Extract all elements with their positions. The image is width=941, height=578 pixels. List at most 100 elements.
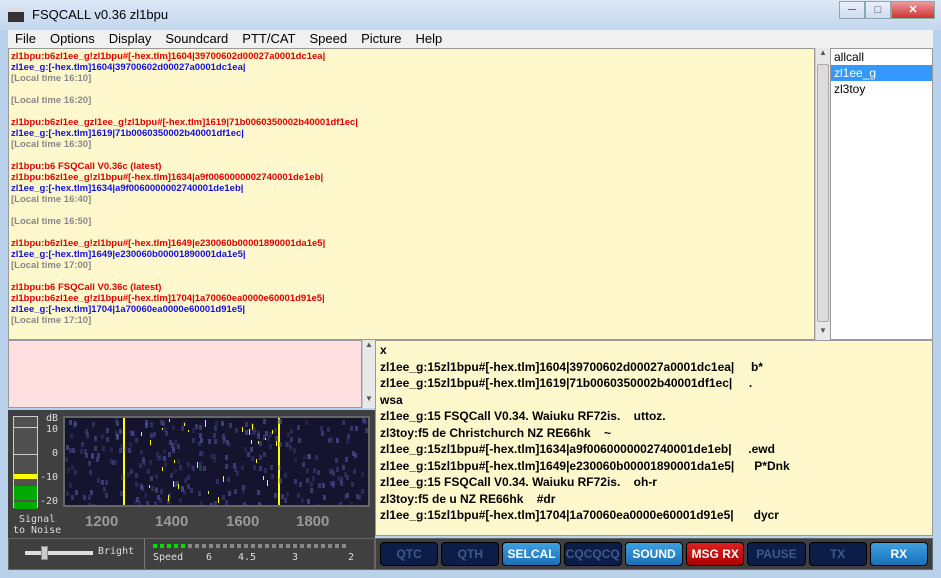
speed-led: [293, 544, 297, 548]
speed-value[interactable]: 6: [206, 552, 212, 563]
noise-speck: [174, 439, 178, 445]
noise-speck: [364, 419, 368, 425]
signal-mark: [204, 419, 206, 427]
noise-speck: [171, 443, 175, 449]
meter-tick: 0: [52, 448, 59, 459]
messages-scrollbar[interactable]: ▲ ▼: [815, 48, 830, 340]
user-list-item[interactable]: zl1ee_g: [831, 65, 932, 81]
speed-led: [244, 544, 248, 548]
signal-mark: [187, 429, 189, 432]
freq-label: 1800: [296, 513, 330, 530]
noise-speck: [257, 490, 261, 496]
noise-speck: [335, 467, 339, 473]
noise-speck: [163, 461, 167, 467]
noise-speck: [278, 478, 282, 484]
noise-speck: [283, 497, 287, 503]
close-button[interactable]: ✕: [891, 1, 935, 19]
noise-speck: [198, 450, 202, 456]
sound-button[interactable]: SOUND: [624, 542, 684, 566]
noise-speck: [153, 500, 157, 505]
noise-speck: [105, 492, 109, 498]
noise-speck: [307, 498, 310, 504]
noise-speck: [159, 455, 163, 461]
brightness-slider[interactable]: [25, 546, 93, 560]
menu-picture[interactable]: Picture: [354, 30, 408, 48]
speed-value[interactable]: 3: [292, 552, 298, 563]
noise-speck: [244, 504, 248, 505]
menu-ptt-cat[interactable]: PTT/CAT: [235, 30, 302, 48]
noise-speck: [355, 425, 359, 431]
noise-speck: [163, 449, 167, 455]
maximize-button[interactable]: □: [865, 1, 891, 19]
noise-speck: [257, 434, 261, 440]
transmit-scrollbar[interactable]: ▲ ▼: [362, 340, 375, 408]
noise-speck: [83, 494, 87, 500]
noise-speck: [110, 459, 114, 465]
noise-speck: [269, 465, 273, 471]
noise-speck: [221, 495, 225, 501]
transmit-input[interactable]: [8, 340, 362, 408]
speed-value[interactable]: 4.5: [238, 552, 256, 563]
slider-thumb[interactable]: [41, 546, 48, 560]
waterfall-display[interactable]: [63, 416, 370, 507]
received-messages-pane[interactable]: zl1bpu:b6zl1ee_g!zl1bpu#[-hex.tlm]1604|3…: [8, 48, 815, 340]
noise-speck: [228, 422, 232, 428]
menu-file[interactable]: File: [8, 30, 43, 48]
noise-speck: [186, 484, 190, 490]
log-line: zl1bpu:b6zl1ee_g!zl1bpu#[-hex.tlm]1604|3…: [11, 51, 326, 62]
signal-mark: [252, 423, 254, 431]
user-list[interactable]: allcall zl1ee_g zl3toy: [830, 48, 933, 340]
noise-speck: [94, 445, 98, 451]
noise-speck: [149, 475, 153, 481]
app-icon: [8, 8, 24, 22]
noise-speck: [71, 495, 75, 501]
signal-mark: [276, 441, 278, 447]
menu-soundcard[interactable]: Soundcard: [158, 30, 235, 48]
pause-button[interactable]: PAUSE: [747, 542, 806, 566]
noise-speck: [195, 423, 199, 429]
speed-value[interactable]: 2: [348, 552, 354, 563]
menu-speed[interactable]: Speed: [302, 30, 354, 48]
noise-speck: [69, 432, 73, 438]
window-title: FSQCALL v0.36 zl1bpu: [32, 7, 169, 22]
speed-led: [216, 544, 220, 548]
speed-led: [328, 544, 332, 548]
noise-speck: [306, 454, 310, 460]
noise-speck: [154, 488, 158, 494]
noise-speck: [65, 491, 69, 497]
noise-speck: [145, 423, 149, 429]
noise-speck: [220, 421, 224, 427]
rx-button[interactable]: RX: [869, 542, 928, 566]
noise-speck: [306, 467, 310, 473]
meter-unit: dB: [46, 413, 59, 424]
cqcqcq-button[interactable]: CQCQCQ: [563, 542, 622, 566]
noise-speck: [227, 476, 231, 482]
decoder-output-pane[interactable]: x zl1ee_g:15zl1bpu#[-hex.tlm]1604|3970060…: [375, 340, 933, 536]
minimize-button[interactable]: ─: [839, 1, 865, 19]
noise-speck: [331, 470, 335, 476]
noise-speck: [90, 489, 94, 495]
msg-rx-button[interactable]: MSG RX: [686, 542, 745, 566]
menu-display[interactable]: Display: [102, 30, 159, 48]
qth-button[interactable]: QTH: [441, 542, 500, 566]
noise-speck: [181, 425, 185, 431]
signal-mark: [141, 431, 143, 437]
speed-indicator[interactable]: [153, 544, 346, 548]
user-list-item[interactable]: zl3toy: [831, 81, 932, 97]
tx-button[interactable]: TX: [808, 542, 867, 566]
noise-speck: [267, 436, 271, 442]
noise-speck: [283, 473, 287, 479]
log-line: zl1ee_g:[-hex.tlm]1619|71b0060350002b400…: [11, 128, 244, 139]
noise-speck: [274, 428, 278, 434]
noise-speck: [259, 455, 263, 461]
qtc-button[interactable]: QTC: [380, 542, 439, 566]
speed-led: [265, 544, 269, 548]
noise-speck: [293, 478, 297, 484]
user-list-item[interactable]: allcall: [831, 49, 932, 65]
noise-speck: [176, 458, 180, 464]
menu-options[interactable]: Options: [43, 30, 102, 48]
selcal-button[interactable]: SELCAL: [502, 542, 561, 566]
frequency-cursor[interactable]: [277, 418, 280, 505]
menu-help[interactable]: Help: [409, 30, 450, 48]
log-line: [Local time 17:00]: [11, 260, 92, 271]
